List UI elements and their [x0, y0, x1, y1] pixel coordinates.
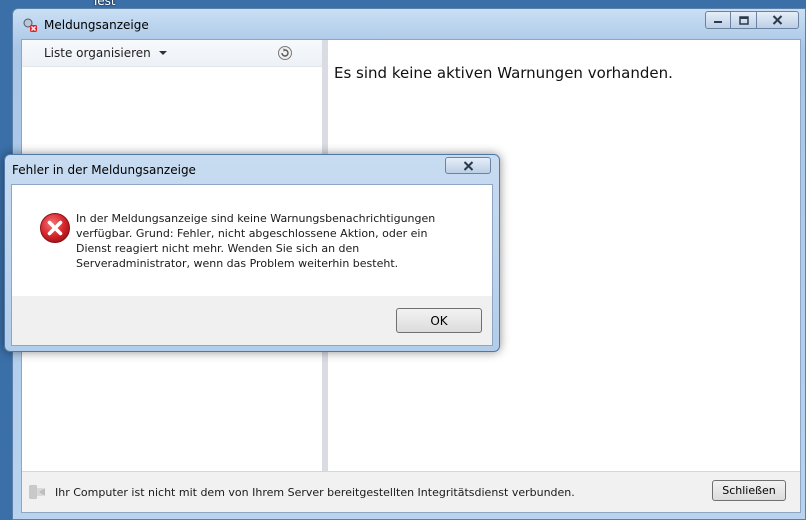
chevron-down-icon — [158, 51, 167, 55]
dialog-footer: OK — [12, 296, 492, 345]
desktop-icon-label[interactable]: Test — [92, 0, 116, 8]
dialog-title: Fehler in der Meldungsanzeige — [12, 163, 196, 177]
close-icon — [463, 160, 473, 171]
dialog-body: In der Meldungsanzeige sind keine Warnun… — [11, 184, 493, 346]
status-bar: Ihr Computer ist nicht mit dem von Ihrem… — [22, 471, 800, 512]
health-service-icon — [29, 485, 45, 499]
caption-buttons — [705, 11, 799, 31]
window-title: Meldungsanzeige — [44, 18, 149, 32]
main-titlebar[interactable]: Meldungsanzeige — [13, 9, 805, 39]
dialog-close-button[interactable] — [445, 157, 491, 174]
app-icon — [23, 18, 37, 32]
ok-button[interactable]: OK — [396, 308, 482, 333]
organize-list-button[interactable]: Liste organisieren — [44, 46, 167, 60]
minimize-icon — [714, 21, 722, 23]
dialog-message-area: In der Meldungsanzeige sind keine Warnun… — [12, 185, 492, 297]
maximize-button[interactable] — [731, 11, 757, 29]
minimize-button[interactable] — [705, 11, 731, 29]
close-window-button[interactable] — [757, 11, 799, 29]
dialog-message: In der Meldungsanzeige sind keine Warnun… — [76, 212, 436, 270]
close-button[interactable]: Schließen — [712, 480, 786, 501]
status-text: Ihr Computer ist nicht mit dem von Ihrem… — [55, 486, 575, 499]
left-toolbar: Liste organisieren — [22, 40, 322, 67]
refresh-icon[interactable] — [277, 45, 293, 61]
error-icon — [40, 213, 70, 243]
close-icon — [772, 15, 783, 25]
error-dialog: Fehler in der Meldungsanzeige In der Mel… — [4, 154, 500, 352]
no-warnings-message: Es sind keine aktiven Warnungen vorhande… — [334, 64, 673, 82]
organize-list-label: Liste organisieren — [44, 46, 151, 60]
maximize-icon — [738, 15, 749, 25]
